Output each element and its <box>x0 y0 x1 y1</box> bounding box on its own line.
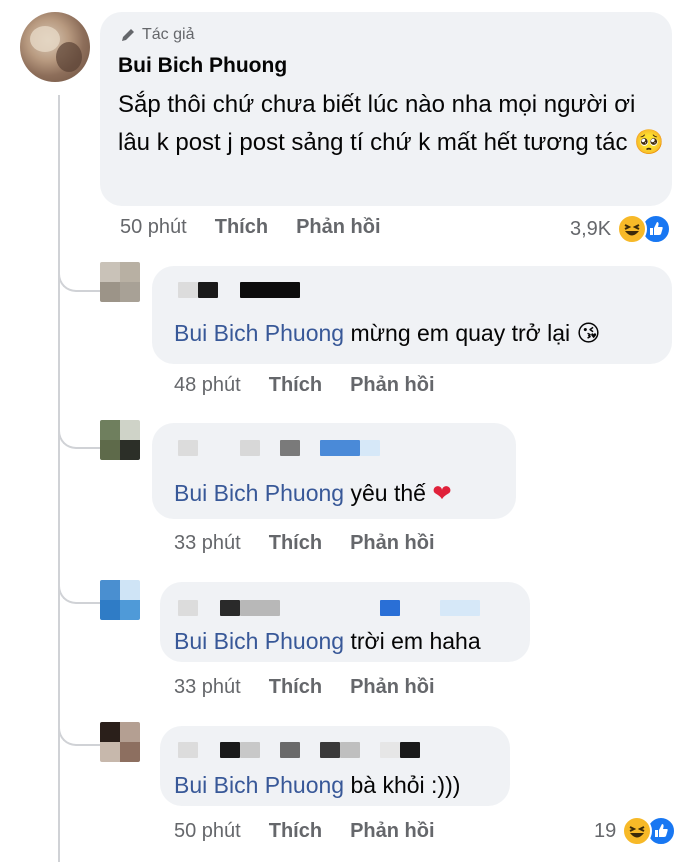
reply-avatar[interactable] <box>100 580 140 620</box>
reply-time[interactable]: 33 phút <box>174 676 241 699</box>
reply-text: Bui Bich Phuong trời em haha <box>174 628 481 655</box>
blurred-name <box>178 282 198 298</box>
reply-body: trời em haha <box>350 628 481 654</box>
blurred-name <box>240 600 280 616</box>
comment-text: Sắp thôi chứ chưa biết lúc nào nha mọi n… <box>118 86 666 162</box>
mention-link[interactable]: Bui Bich Phuong <box>174 628 344 654</box>
reply-meta: 50 phút Thích Phản hồi <box>174 820 435 843</box>
reply-button[interactable]: Phản hồi <box>350 532 434 555</box>
reply-text: Bui Bich Phuong yêu thế ❤ <box>174 480 452 507</box>
heart-emoji: ❤ <box>432 480 452 506</box>
blurred-name <box>380 600 400 616</box>
reply-avatar[interactable] <box>100 722 140 762</box>
blurred-name <box>440 600 480 616</box>
haha-reaction-icon <box>617 214 648 244</box>
reply-meta: 48 phút Thích Phản hồi <box>174 374 435 397</box>
reply-meta: 33 phút Thích Phản hồi <box>174 532 435 555</box>
reply-time[interactable]: 48 phút <box>174 374 241 397</box>
reply-body: mừng em quay trở lại <box>350 320 571 346</box>
blurred-name <box>320 742 340 758</box>
reply-text: Bui Bich Phuong bà khỏi :))) <box>174 772 460 799</box>
author-badge: Tác giả <box>120 26 194 44</box>
reaction-count: 3,9K <box>570 217 612 240</box>
mention-link[interactable]: Bui Bich Phuong <box>174 480 344 506</box>
author-badge-label: Tác giả <box>142 26 195 43</box>
blurred-name <box>360 440 380 456</box>
blurred-name <box>240 282 300 298</box>
reply-button[interactable]: Phản hồi <box>350 820 434 843</box>
thread-line <box>58 95 60 862</box>
reply-bubble <box>152 266 672 364</box>
thread-branch <box>58 268 100 292</box>
like-button[interactable]: Thích <box>269 532 322 555</box>
comment-body: Sắp thôi chứ chưa biết lúc nào nha mọi n… <box>118 91 636 156</box>
reply-time[interactable]: 50 phút <box>174 820 241 843</box>
blurred-name <box>198 282 218 298</box>
reply-button[interactable]: Phản hồi <box>350 374 434 397</box>
blurred-name <box>280 440 300 456</box>
thread-branch <box>58 425 100 449</box>
blurred-name <box>178 742 198 758</box>
reply-button[interactable]: Phản hồi <box>296 216 380 239</box>
blurred-name <box>280 742 300 758</box>
reaction-summary[interactable]: 19 <box>594 816 677 846</box>
blurred-name <box>240 440 260 456</box>
haha-reaction-icon <box>622 816 653 846</box>
blurred-name <box>240 742 260 758</box>
like-button[interactable]: Thích <box>269 676 322 699</box>
like-button[interactable]: Thích <box>269 374 322 397</box>
kiss-emoji: 😘 <box>576 320 601 346</box>
pleading-emoji: 🥺 <box>634 129 665 156</box>
reaction-count: 19 <box>594 819 617 842</box>
reply-meta: 33 phút Thích Phản hồi <box>174 676 435 699</box>
mention-link[interactable]: Bui Bich Phuong <box>174 772 344 798</box>
reply-avatar[interactable] <box>100 420 140 460</box>
blurred-name <box>178 440 198 456</box>
reply-body: yêu thế <box>350 480 426 506</box>
comment-author-name[interactable]: Bui Bich Phuong <box>118 54 287 78</box>
blurred-name <box>400 742 420 758</box>
reply-body: bà khỏi :))) <box>350 772 461 798</box>
reaction-summary[interactable]: 3,9K <box>570 214 672 244</box>
comment-time[interactable]: 50 phút <box>120 216 187 239</box>
blurred-name <box>320 440 360 456</box>
author-avatar[interactable] <box>20 12 90 82</box>
like-button[interactable]: Thích <box>215 216 268 239</box>
blurred-name <box>220 600 240 616</box>
reply-text: Bui Bich Phuong mừng em quay trở lại 😘 <box>174 320 601 347</box>
like-button[interactable]: Thích <box>269 820 322 843</box>
blurred-name <box>178 600 198 616</box>
pencil-icon <box>122 29 134 41</box>
blurred-name <box>220 742 240 758</box>
mention-link[interactable]: Bui Bich Phuong <box>174 320 344 346</box>
comment-meta: 50 phút Thích Phản hồi <box>120 216 381 239</box>
reply-time[interactable]: 33 phút <box>174 532 241 555</box>
reply-avatar[interactable] <box>100 262 140 302</box>
reply-button[interactable]: Phản hồi <box>350 676 434 699</box>
thread-branch <box>58 722 100 746</box>
thread-branch <box>58 580 100 604</box>
blurred-name <box>340 742 360 758</box>
blurred-name <box>380 742 400 758</box>
